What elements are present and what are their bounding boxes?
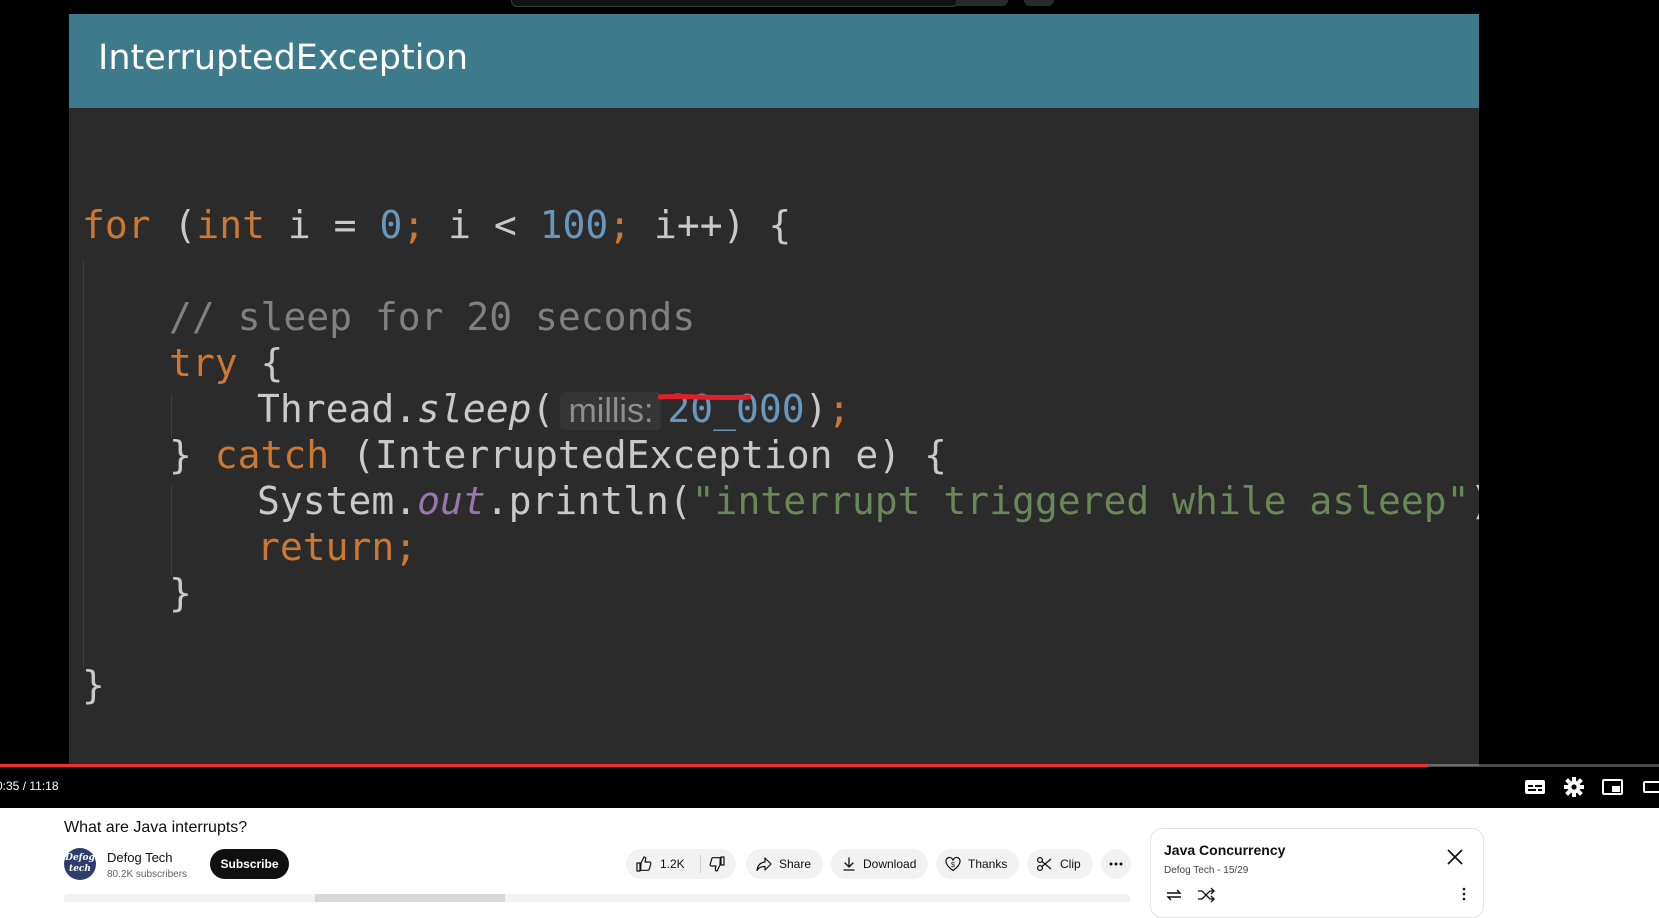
code-token: "interrupt triggered while asleep" bbox=[691, 479, 1470, 523]
code-token: 0 bbox=[379, 203, 403, 247]
progress-bar-played bbox=[0, 764, 1429, 767]
code-token: .println( bbox=[485, 479, 692, 523]
theater-icon[interactable] bbox=[1640, 776, 1659, 798]
code-token: ; bbox=[608, 203, 632, 247]
code-token: sleep bbox=[417, 387, 532, 431]
code-token: 100 bbox=[539, 203, 609, 247]
search-bar-edge[interactable] bbox=[511, 0, 958, 7]
clip-button[interactable]: Clip bbox=[1027, 849, 1093, 879]
more-actions-button[interactable] bbox=[1101, 849, 1131, 879]
playlist-title[interactable]: Java Concurrency bbox=[1164, 842, 1285, 858]
code-catch-close-line: } bbox=[169, 570, 192, 616]
code-token: System. bbox=[257, 479, 418, 523]
code-block: for (int i = 0; i < 100; i++) {// sleep … bbox=[69, 14, 1479, 766]
code-return-line: return; bbox=[257, 524, 417, 570]
miniplayer-icon[interactable] bbox=[1600, 776, 1626, 798]
code-token: } bbox=[82, 663, 105, 707]
download-label: Download bbox=[863, 857, 917, 871]
clip-label: Clip bbox=[1060, 857, 1081, 871]
time-display: 0:35 / 11:18 bbox=[0, 779, 59, 793]
thanks-button[interactable]: $ Thanks bbox=[936, 849, 1019, 879]
thanks-icon: $ bbox=[945, 856, 961, 872]
code-for-close-line: } bbox=[82, 662, 105, 708]
code-catch-line: } catch (InterruptedException e) { bbox=[169, 432, 947, 478]
code-token: catch bbox=[214, 433, 330, 477]
code-for-loop-line: for (int i = 0; i < 100; i++) { bbox=[82, 202, 791, 248]
progress-bar[interactable] bbox=[0, 764, 1659, 767]
loop-icon[interactable] bbox=[1164, 887, 1184, 903]
dislike-icon[interactable] bbox=[709, 856, 725, 872]
code-token: i = bbox=[265, 203, 380, 247]
red-annotation-stroke bbox=[658, 394, 751, 400]
voice-search-button-edge[interactable] bbox=[1024, 0, 1054, 6]
description-box-edge-shade bbox=[315, 894, 505, 902]
code-token: ; bbox=[827, 387, 851, 431]
share-button[interactable]: Share bbox=[746, 849, 823, 879]
code-token: ( bbox=[173, 203, 197, 247]
video-player[interactable]: InterruptedException for (int i = 0; i <… bbox=[0, 0, 1659, 808]
channel-avatar[interactable]: Defog tech bbox=[64, 848, 96, 880]
code-token: } bbox=[169, 571, 192, 615]
download-button[interactable]: Download bbox=[831, 849, 928, 879]
subtitles-icon[interactable] bbox=[1522, 776, 1548, 798]
code-comment-line: // sleep for 20 seconds bbox=[169, 294, 695, 340]
code-token: int bbox=[196, 203, 266, 247]
code-token: } bbox=[169, 433, 215, 477]
description-box-edge[interactable] bbox=[64, 894, 1130, 902]
code-token: for bbox=[82, 203, 174, 247]
code-token: ( bbox=[531, 387, 555, 431]
code-sleep-line: Thread.sleep(millis: 20_000); bbox=[257, 386, 850, 432]
svg-text:$: $ bbox=[951, 862, 955, 869]
code-token: // sleep for 20 seconds bbox=[169, 295, 696, 339]
video-title: What are Java interrupts? bbox=[64, 819, 248, 836]
parameter-hint: millis: bbox=[560, 392, 662, 430]
scissors-icon bbox=[1036, 856, 1052, 872]
shuffle-icon[interactable] bbox=[1196, 887, 1216, 903]
code-token: return; bbox=[257, 525, 418, 569]
code-try-line: try { bbox=[169, 340, 283, 386]
code-token: i++) { bbox=[631, 203, 792, 247]
code-token: ) bbox=[804, 387, 828, 431]
video-frame-slide: InterruptedException for (int i = 0; i <… bbox=[69, 14, 1479, 766]
like-divider bbox=[700, 855, 701, 873]
download-icon bbox=[841, 856, 857, 872]
code-token: out bbox=[417, 479, 486, 523]
thanks-label: Thanks bbox=[968, 857, 1008, 871]
subscribe-button[interactable]: Subscribe bbox=[210, 849, 289, 879]
code-token: { bbox=[237, 341, 284, 385]
code-token: ; bbox=[402, 203, 426, 247]
code-token: i < bbox=[425, 203, 540, 247]
share-icon bbox=[756, 856, 772, 872]
code-println-line: System.out.println("interrupt triggered … bbox=[257, 478, 1479, 524]
code-token: ) bbox=[1470, 479, 1479, 523]
channel-avatar-text: Defog tech bbox=[65, 853, 95, 874]
code-token: (InterruptedException e) { bbox=[329, 433, 947, 477]
like-count[interactable]: 1.2K bbox=[660, 849, 685, 879]
search-button-edge[interactable] bbox=[956, 0, 1008, 6]
subscriber-count: 80.2K subscribers bbox=[107, 869, 188, 880]
more-horizontal-icon bbox=[1108, 856, 1124, 872]
code-token: Thread. bbox=[257, 387, 418, 431]
playlist-panel: Java Concurrency Defog Tech - 15/29 bbox=[1150, 828, 1484, 918]
share-label: Share bbox=[779, 857, 812, 871]
like-dislike-group: 1.2K bbox=[626, 849, 736, 879]
channel-name[interactable]: Defog Tech bbox=[107, 850, 173, 865]
playlist-meta: Defog Tech - 15/29 bbox=[1164, 865, 1249, 876]
like-icon[interactable] bbox=[636, 856, 652, 872]
more-vertical-icon[interactable] bbox=[1461, 886, 1467, 902]
code-token: try bbox=[169, 341, 238, 385]
close-icon[interactable] bbox=[1446, 848, 1464, 866]
settings-icon[interactable] bbox=[1561, 776, 1587, 798]
